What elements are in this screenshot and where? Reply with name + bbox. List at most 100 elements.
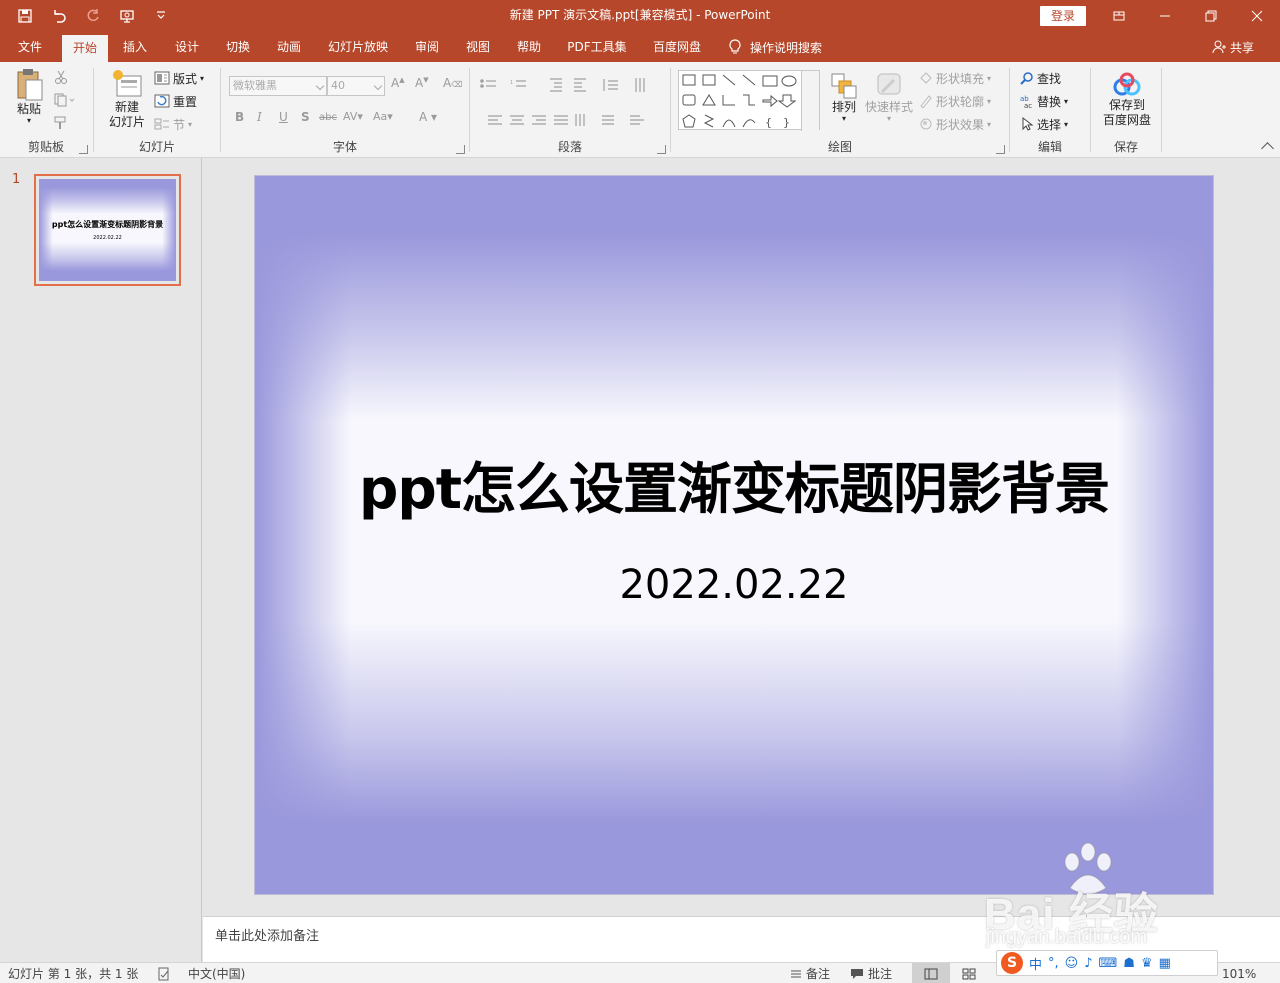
tell-me-search[interactable]: 操作说明搜索 xyxy=(728,32,822,62)
toolbox-icon[interactable]: ▦ xyxy=(1159,956,1171,971)
italic-icon[interactable]: I xyxy=(257,110,262,124)
redo-icon[interactable] xyxy=(82,5,104,27)
format-painter-icon[interactable] xyxy=(54,116,68,133)
font-color-icon[interactable]: A ▾ xyxy=(419,110,437,124)
slide-canvas[interactable]: ppt怎么设置渐变标题阴影背景 2022.02.22 xyxy=(254,175,1214,895)
replace-button[interactable]: ab ac 替换 ▾ xyxy=(1020,91,1068,111)
notes-placeholder: 单击此处添加备注 xyxy=(215,929,320,944)
slide-subtitle[interactable]: 2022.02.22 xyxy=(255,562,1213,608)
decrease-font-icon[interactable]: A▼ xyxy=(415,76,429,90)
slide-sorter-button[interactable] xyxy=(962,963,976,983)
login-button[interactable]: 登录 xyxy=(1040,6,1086,26)
clipboard-launcher[interactable] xyxy=(79,145,88,154)
emoji-icon[interactable]: ☺ xyxy=(1065,956,1079,971)
sogou-logo-icon[interactable]: S xyxy=(1001,952,1023,974)
shapes-scroll[interactable] xyxy=(801,71,819,131)
tab-file[interactable]: 文件 xyxy=(8,32,52,62)
shape-effects-button[interactable]: 形状效果 ▾ xyxy=(919,114,991,134)
arrange-button[interactable]: 排列 ▾ xyxy=(823,72,865,123)
tab-animations[interactable]: 动画 xyxy=(268,32,310,62)
copy-icon[interactable] xyxy=(54,93,76,110)
undo-icon[interactable] xyxy=(48,5,70,27)
shape-effects-icon xyxy=(920,118,932,130)
shape-fill-label: 形状填充 xyxy=(936,71,985,86)
tab-pdf-tools[interactable]: PDF工具集 xyxy=(560,32,634,62)
save-to-label-2: 百度网盘 xyxy=(1102,113,1151,127)
save-to-baidu-button[interactable]: 保存到 百度网盘 xyxy=(1099,72,1155,128)
comments-toggle[interactable]: 批注 xyxy=(850,963,892,983)
svg-text:}: } xyxy=(783,116,790,129)
minimize-icon[interactable] xyxy=(1142,0,1188,32)
shapes-gallery[interactable]: {} xyxy=(678,70,820,131)
tab-help[interactable]: 帮助 xyxy=(508,32,550,62)
close-icon[interactable] xyxy=(1234,0,1280,32)
change-case-icon[interactable]: Aa▾ xyxy=(373,110,393,123)
reset-icon xyxy=(154,94,170,108)
increase-font-icon[interactable]: A▲ xyxy=(391,76,405,90)
section-button[interactable]: 节 ▾ xyxy=(154,114,192,134)
start-from-beginning-icon[interactable] xyxy=(116,5,138,27)
find-button[interactable]: 查找 xyxy=(1020,68,1061,88)
user-icon xyxy=(1212,40,1226,54)
language-indicator[interactable]: 中文(中国) xyxy=(188,963,245,983)
font-group-label: 字体 xyxy=(332,140,357,154)
shape-fill-button[interactable]: 形状填充 ▾ xyxy=(919,68,991,88)
normal-view-button[interactable] xyxy=(912,963,950,983)
drawing-launcher[interactable] xyxy=(996,145,1005,154)
tab-transitions[interactable]: 切换 xyxy=(217,32,259,62)
microphone-icon[interactable]: ♪ xyxy=(1084,956,1092,971)
save-icon[interactable] xyxy=(14,5,36,27)
pen-icon xyxy=(920,95,932,108)
paragraph-launcher[interactable] xyxy=(657,145,666,154)
punctuation-icon[interactable]: °, xyxy=(1048,956,1059,971)
select-button[interactable]: 选择 ▾ xyxy=(1020,114,1068,134)
title-bar: 新建 PPT 演示文稿.ppt[兼容模式] - PowerPoint 登录 xyxy=(0,0,1280,32)
paste-button[interactable]: 粘贴 ▾ xyxy=(12,68,46,125)
collapse-ribbon-icon[interactable] xyxy=(1261,142,1274,155)
restore-icon[interactable] xyxy=(1188,0,1234,32)
slide-title[interactable]: ppt怎么设置渐变标题阴影背景 xyxy=(255,444,1213,524)
reset-button[interactable]: 重置 xyxy=(154,91,197,111)
cut-icon[interactable] xyxy=(54,70,68,87)
thumbnail-date: 2022.02.22 xyxy=(93,235,122,241)
tab-view[interactable]: 视图 xyxy=(457,32,499,62)
tab-insert[interactable]: 插入 xyxy=(114,32,156,62)
layout-button[interactable]: 版式 ▾ xyxy=(154,68,204,88)
font-name-combobox[interactable]: 微软雅黑 xyxy=(229,76,327,96)
normal-view-icon xyxy=(924,968,938,979)
tab-home[interactable]: 开始 xyxy=(62,35,108,62)
user-icon[interactable]: ☗ xyxy=(1123,956,1135,971)
shape-outline-button[interactable]: 形状轮廓 ▾ xyxy=(919,91,991,111)
comments-toggle-label: 批注 xyxy=(868,966,893,981)
share-button[interactable]: 共享 xyxy=(1212,32,1254,62)
new-slide-label-2: 幻灯片 xyxy=(108,115,145,129)
tab-design[interactable]: 设计 xyxy=(166,32,208,62)
strikethrough-icon[interactable]: abc xyxy=(319,112,337,123)
paragraph-tools-icon[interactable]: 1 xyxy=(478,76,664,136)
notes-toggle[interactable]: 备注 xyxy=(790,963,830,983)
skin-icon[interactable]: ♛ xyxy=(1141,956,1153,971)
tab-slideshow[interactable]: 幻灯片放映 xyxy=(320,32,396,62)
keyboard-icon[interactable]: ⌨ xyxy=(1099,956,1118,971)
spell-check-icon[interactable] xyxy=(157,963,171,983)
quick-styles-button[interactable]: 快速样式 ▾ xyxy=(863,72,915,123)
character-spacing-icon[interactable]: AV▾ xyxy=(343,110,363,123)
font-launcher[interactable] xyxy=(456,145,465,154)
slide-thumbnail[interactable]: ppt怎么设置渐变标题阴影背景 2022.02.22 xyxy=(34,174,181,286)
text-shadow-icon[interactable]: S xyxy=(301,110,310,124)
bold-icon[interactable]: B xyxy=(235,110,244,124)
new-slide-button[interactable]: 新建 幻灯片 xyxy=(102,68,152,130)
tab-review[interactable]: 审阅 xyxy=(406,32,448,62)
reset-label: 重置 xyxy=(173,94,198,109)
tab-baidu-netdisk[interactable]: 百度网盘 xyxy=(644,32,710,62)
window-controls xyxy=(1096,0,1280,32)
clear-formatting-icon[interactable]: A⌫ xyxy=(443,76,463,90)
underline-icon[interactable]: U xyxy=(279,110,288,124)
font-size-combobox[interactable]: 40 xyxy=(327,76,385,96)
ime-mode[interactable]: 中 xyxy=(1029,954,1042,973)
editing-group: 查找 ab ac 替换 ▾ 选择 ▾ 编辑 xyxy=(1010,62,1090,158)
slide-count: 幻灯片 第 1 张，共 1 张 xyxy=(8,966,139,981)
ribbon-display-options-icon[interactable] xyxy=(1096,0,1142,32)
zoom-level[interactable]: 101% xyxy=(1222,963,1256,983)
customize-toolbar-icon[interactable] xyxy=(150,5,172,27)
